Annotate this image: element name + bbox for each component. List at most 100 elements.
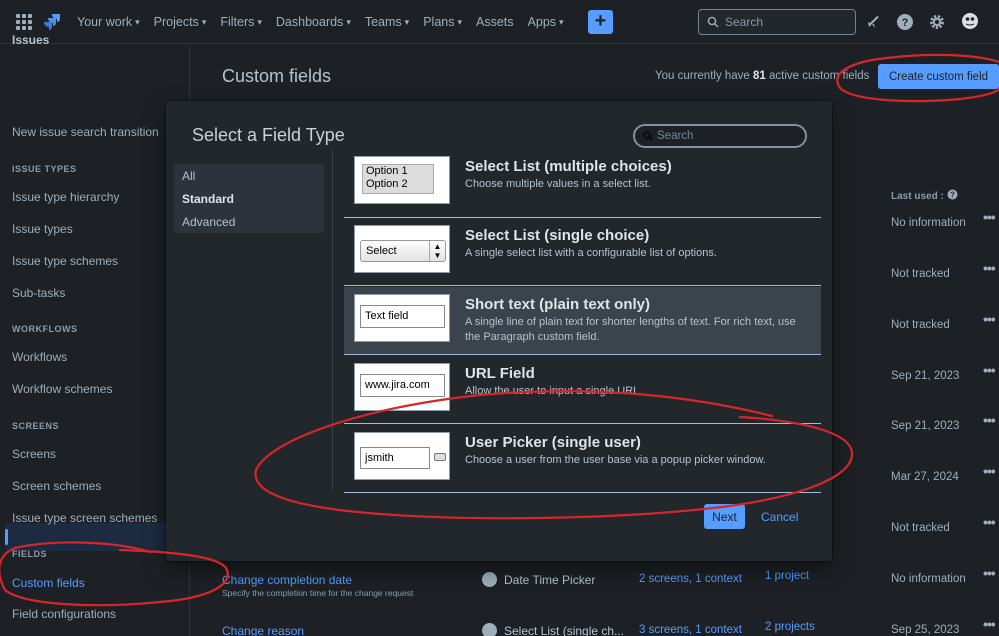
jira-logo[interactable] (42, 12, 62, 32)
screens-context-link[interactable]: 3 screens, 1 context (639, 624, 742, 636)
search-placeholder: Search (725, 15, 764, 29)
preview-option: Option 2 (366, 178, 408, 190)
field-type-option[interactable]: Select ▲ ▼ Select List (single choice) A sin… (344, 218, 821, 286)
field-type-name: URL Field (465, 365, 535, 382)
dialog-title: Select a Field Type (192, 125, 345, 145)
field-type-preview: jsmith (354, 432, 450, 480)
more-actions-icon[interactable]: ••• (983, 412, 996, 428)
chevron-circle-icon (482, 623, 497, 636)
sidebar-item-issue-types[interactable]: Issue types (12, 222, 73, 236)
next-button[interactable]: Next (704, 504, 745, 529)
info-icon[interactable]: ? (947, 189, 958, 200)
screens-context-link[interactable]: 2 screens, 1 context (639, 573, 742, 585)
category-advanced[interactable]: Advanced (182, 215, 235, 229)
notifications-icon[interactable] (864, 12, 884, 32)
chevron-down-icon: ▾ (135, 16, 140, 27)
nav-item-label: Your work (77, 15, 133, 29)
top-navigation: Your work ▾ Projects ▾ Filters ▾ Dashboards ▾ Te… (0, 0, 999, 44)
create-custom-field-button[interactable]: Create custom field (878, 64, 999, 89)
sidebar-section-heading: WORKFLOWS (12, 324, 78, 334)
preview-option: Option 1 (366, 165, 408, 177)
preview-input: Text field (360, 305, 445, 328)
cancel-button[interactable]: Cancel (761, 510, 798, 524)
nav-item-your-work[interactable]: Your work ▾ (70, 15, 147, 29)
more-actions-icon[interactable]: ••• (983, 311, 996, 327)
projects-link[interactable]: 1 project (765, 570, 809, 582)
active-count-text: You currently have 81 active custom fiel… (655, 70, 869, 82)
custom-field-type: Select List (single ch... (504, 624, 625, 636)
field-type-preview: Option 1 Option 2 (354, 156, 450, 204)
sidebar-item-custom-fields[interactable]: Custom fields (12, 576, 85, 590)
last-used-value: No information (891, 217, 966, 229)
nav-item-projects[interactable]: Projects ▾ (147, 15, 214, 29)
more-actions-icon[interactable]: ••• (983, 209, 996, 225)
chevron-down-icon: ▾ (559, 16, 564, 27)
nav-item-filters[interactable]: Filters ▾ (213, 15, 269, 29)
more-actions-icon[interactable]: ••• (983, 260, 996, 276)
field-type-preview: Text field (354, 294, 450, 342)
sidebar-section-heading: ISSUE TYPES (12, 164, 77, 174)
chevron-down-icon: ▾ (404, 16, 410, 27)
custom-field-description: Specify the completion time for the chan… (222, 588, 414, 598)
sidebar-item-workflow-schemes[interactable]: Workflow schemes (12, 382, 112, 396)
divider (332, 150, 333, 490)
nav-item-teams[interactable]: Teams ▾ (358, 15, 416, 29)
field-type-name: Short text (plain text only) (465, 296, 651, 313)
sidebar-item-issue-type-screen-schemes[interactable]: Issue type screen schemes (12, 511, 157, 525)
chevron-down-icon: ▾ (346, 16, 351, 27)
nav-item-label: Plans (423, 15, 455, 29)
user-picker-icon (434, 453, 446, 461)
nav-item-label: Filters (220, 15, 255, 29)
sidebar-item-issue-type-hierarchy[interactable]: Issue type hierarchy (12, 190, 119, 204)
more-actions-icon[interactable]: ••• (983, 514, 996, 530)
settings-icon[interactable] (927, 12, 947, 32)
last-used-value: Not tracked (891, 268, 950, 280)
nav-item-plans[interactable]: Plans ▾ (416, 15, 469, 29)
more-actions-icon[interactable]: ••• (983, 463, 996, 479)
nav-menu: Your work ▾ Projects ▾ Filters ▾ Dashboards ▾ Te… (70, 0, 571, 44)
last-used-value: Sep 21, 2023 (891, 420, 960, 432)
category-standard[interactable]: Standard (182, 192, 234, 206)
field-type-option[interactable]: www.jira.com URL Field Allow the user to i… (344, 356, 821, 424)
search-placeholder: Search (657, 130, 694, 142)
custom-field-name-link[interactable]: Change reason (222, 624, 304, 636)
last-used-label: Last used : (891, 191, 944, 202)
preview-user-input: jsmith (360, 447, 430, 469)
nav-item-label: Projects (153, 15, 199, 29)
preview-select-text: Select (366, 245, 397, 257)
field-type-option[interactable]: Option 1 Option 2 Select List (multiple ch… (344, 150, 821, 218)
more-actions-icon[interactable]: ••• (983, 565, 996, 581)
more-actions-icon[interactable]: ••• (983, 362, 996, 378)
custom-field-name-link[interactable]: Change completion date (222, 573, 352, 587)
more-actions-icon[interactable]: ••• (983, 616, 996, 632)
projects-link[interactable]: 2 projects (765, 621, 815, 633)
sidebar-section-heading: SCREENS (12, 421, 60, 431)
select-arrows-icon: ▲ ▼ (429, 241, 445, 261)
field-type-name: Select List (multiple choices) (465, 158, 672, 175)
sidebar-item-issue-type-schemes[interactable]: Issue type schemes (12, 254, 118, 268)
field-type-option[interactable]: Text field Short text (plain text only) A … (344, 287, 821, 355)
chevron-down-icon: ▾ (201, 16, 207, 27)
preview-multi-select: Option 1 Option 2 (362, 164, 434, 194)
page-title: Custom fields (222, 66, 332, 86)
category-all[interactable]: All (182, 169, 195, 183)
sidebar-item-screens[interactable]: Screens (12, 447, 56, 461)
avatar[interactable] (960, 11, 980, 31)
field-type-preview: Select ▲ ▼ (354, 225, 450, 273)
sidebar-item-new-issue-search-transition[interactable]: New issue search transition (12, 125, 159, 139)
nav-item-assets[interactable]: Assets (469, 15, 521, 29)
search-input[interactable]: Search (698, 9, 856, 35)
field-type-option[interactable]: jsmith User Picker (single user) Choose a … (344, 425, 821, 493)
nav-item-dashboards[interactable]: Dashboards ▾ (269, 15, 358, 29)
help-icon[interactable]: ? (895, 12, 915, 32)
field-type-description: Allow the user to input a single URL (465, 385, 640, 397)
app-switcher-icon[interactable] (16, 14, 32, 30)
sidebar-item-field-configurations[interactable]: Field configurations (12, 607, 116, 621)
nav-item-apps[interactable]: Apps ▾ (521, 15, 571, 29)
sidebar-item-screen-schemes[interactable]: Screen schemes (12, 479, 101, 493)
sidebar-item-sub-tasks[interactable]: Sub-tasks (12, 286, 65, 300)
field-type-search-input[interactable]: Search (633, 124, 807, 148)
sidebar-item-workflows[interactable]: Workflows (12, 350, 67, 364)
create-button[interactable]: + (588, 10, 613, 34)
last-used-value: Mar 27, 2024 (891, 471, 959, 483)
